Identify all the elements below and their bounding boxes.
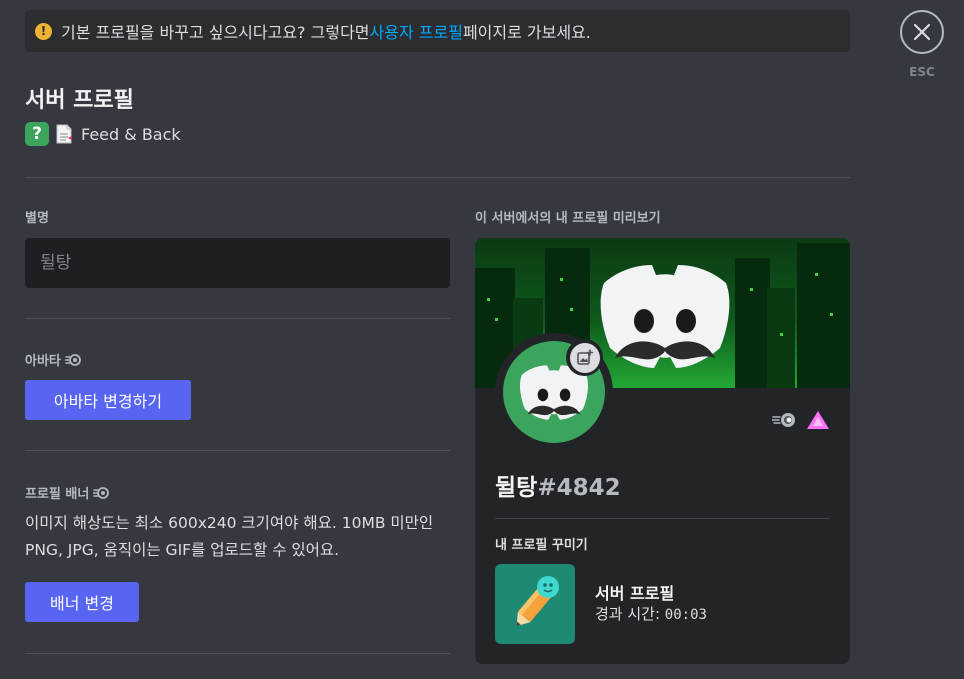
discriminator-text: #4842	[537, 475, 621, 501]
pencil-icon	[516, 576, 559, 627]
nickname-input[interactable]	[25, 238, 450, 288]
divider	[25, 450, 450, 451]
change-banner-button[interactable]: 배너 변경	[25, 582, 139, 622]
banner-label: 프로필 배너	[25, 483, 110, 502]
user-profile-link[interactable]: 사용자 프로필	[370, 19, 463, 43]
profile-username: 뒬탕#4842	[495, 468, 621, 502]
banner-description: 이미지 해상도는 최소 600x240 크기여야 해요. 10MB 미만인 PN…	[25, 514, 434, 559]
nickname-label-text: 별명	[25, 211, 49, 226]
edit-avatar-button[interactable]	[566, 339, 603, 376]
document-icon	[55, 123, 73, 145]
username-text: 뒬탕	[495, 475, 538, 501]
activity-image	[495, 564, 575, 644]
profile-badges	[772, 410, 830, 430]
activity-elapsed: 경과 시간: 00:03	[595, 603, 707, 624]
elapsed-time: 00:03	[664, 607, 707, 623]
notice-text-end: 페이지로 가보세요.	[462, 23, 591, 42]
divider	[25, 653, 450, 654]
avatar-label: 아바타	[25, 350, 81, 369]
preview-label: 이 서버에서의 내 프로필 미리보기	[475, 211, 661, 226]
customize-label: 내 프로필 꾸미기	[495, 538, 588, 553]
add-image-icon	[576, 348, 593, 365]
elapsed-label: 경과 시간:	[595, 605, 665, 623]
divider	[25, 318, 450, 319]
profile-preview-card: 뒬탕#4842 내 프로필 꾸미기 서버 프로필 경과 시간: 00:03	[475, 238, 850, 664]
nitro-badge-icon[interactable]	[772, 412, 798, 428]
page-title: 서버 프로필	[25, 88, 134, 113]
card-divider	[495, 518, 830, 519]
boost-badge-icon[interactable]	[806, 410, 830, 430]
banner-label-text: 프로필 배너	[25, 487, 90, 502]
discord-logo-icon	[600, 265, 730, 368]
question-mark-icon: ?	[25, 122, 49, 146]
notice-bar: ! 기본 프로필을 바꾸고 싶으시다고요? 그렇다면 사용자 프로필 페이지로 …	[25, 10, 850, 52]
server-name: Feed & Back	[81, 124, 181, 144]
server-selector[interactable]: ? Feed & Back	[25, 122, 181, 146]
notice-text: 기본 프로필을 바꾸고 싶으시다고요? 그렇다면	[61, 23, 370, 42]
avatar-label-text: 아바타	[25, 354, 61, 369]
activity-title: 서버 프로필	[595, 584, 675, 603]
nickname-label: 별명	[25, 207, 49, 226]
esc-label: ESC	[909, 65, 935, 79]
change-avatar-button[interactable]: 아바타 변경하기	[25, 380, 191, 420]
nitro-icon	[64, 353, 81, 366]
divider	[25, 177, 850, 178]
warning-icon: !	[35, 22, 52, 40]
close-icon	[913, 23, 931, 41]
nitro-icon	[93, 486, 110, 499]
close-button[interactable]	[900, 10, 944, 54]
server-profile-settings: ! 기본 프로필을 바꾸고 싶으시다고요? 그렇다면 사용자 프로필 페이지로 …	[0, 0, 964, 679]
